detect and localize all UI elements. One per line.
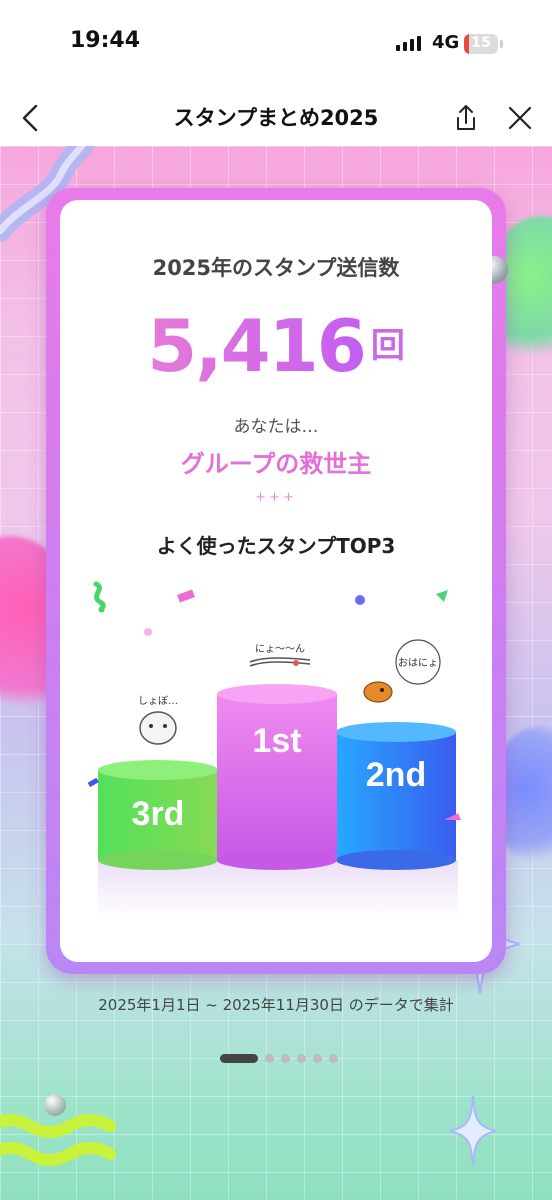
- close-button[interactable]: [502, 98, 538, 138]
- send-count: 5,416 回: [60, 304, 492, 388]
- battery-tip: [500, 40, 503, 48]
- battery-icon: 15: [464, 34, 498, 54]
- status-bar: 19:44 4G 15: [0, 0, 552, 92]
- share-button[interactable]: [448, 98, 484, 138]
- network-label: 4G: [432, 32, 460, 53]
- decor-wave: [0, 1114, 116, 1166]
- podium: 3rd 1st 2nd しょぼ… にょ〜〜ん おはにょ: [60, 580, 492, 962]
- data-range-note: 2025年1月1日 ~ 2025年11月30日 のデータで集計: [98, 996, 454, 1014]
- role-title: グループの救世主: [180, 450, 372, 478]
- card-heading: 2025年のスタンプ送信数: [152, 256, 400, 280]
- close-icon: [508, 106, 532, 130]
- page-dot[interactable]: [220, 1054, 258, 1063]
- confetti: [87, 581, 462, 820]
- signal-icon: [396, 36, 421, 51]
- page-dot[interactable]: [265, 1054, 274, 1063]
- send-count-number: 5,416: [147, 304, 367, 388]
- top3-heading: よく使ったスタンプTOP3: [156, 534, 396, 558]
- page-dot[interactable]: [297, 1054, 306, 1063]
- sparkle-divider: +++: [255, 490, 297, 505]
- sparkle-icon: [450, 1096, 496, 1166]
- send-count-unit: 回: [370, 326, 405, 366]
- page-dot[interactable]: [281, 1054, 290, 1063]
- page-dot[interactable]: [329, 1054, 338, 1063]
- share-icon: [457, 105, 475, 130]
- page-indicator[interactable]: [220, 1054, 338, 1063]
- you-are-label: あなたは…: [233, 417, 319, 437]
- page-dot[interactable]: [313, 1054, 322, 1063]
- battery-level: 15: [471, 35, 491, 51]
- status-time: 19:44: [70, 28, 141, 53]
- decor-ball: [44, 1094, 66, 1116]
- summary-card: 2025年のスタンプ送信数 5,416 回 あなたは… グループの救世主 +++ …: [60, 200, 492, 962]
- nav-bar: スタンプまとめ2025: [0, 92, 552, 146]
